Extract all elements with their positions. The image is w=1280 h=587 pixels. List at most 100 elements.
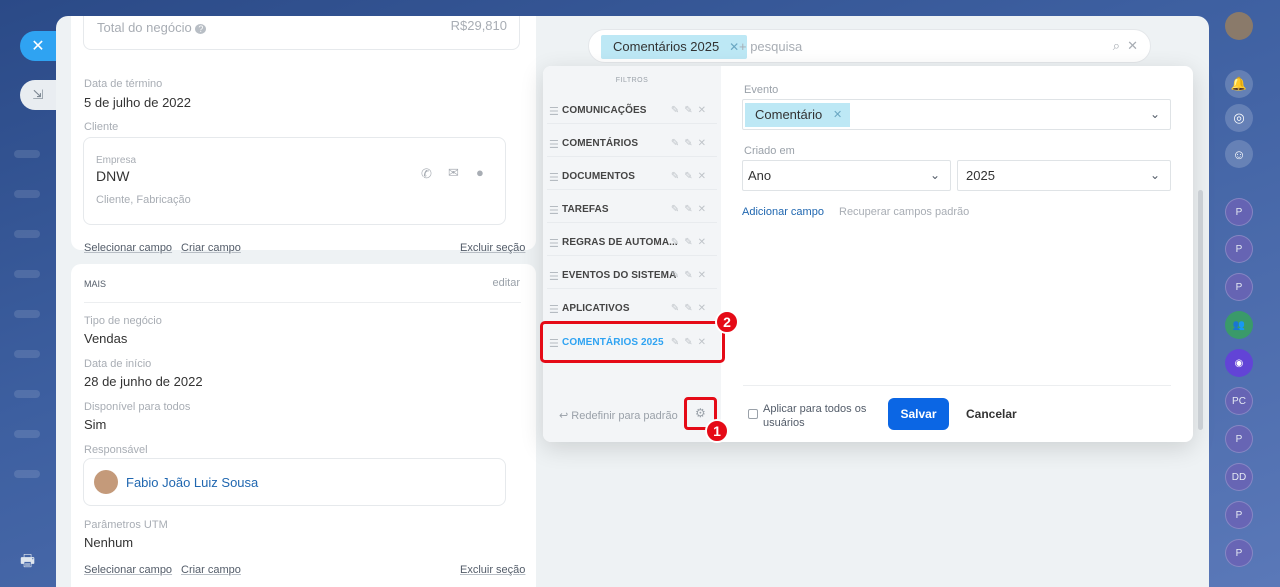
cancel-button[interactable]: Cancelar bbox=[966, 407, 1017, 421]
end-date-value: 5 de julho de 2022 bbox=[84, 95, 191, 110]
minimize-slider-button[interactable]: ⇲ bbox=[20, 80, 56, 110]
filter-item[interactable]: ☰ COMUNICAÇÕES ✎✎✕ bbox=[547, 96, 717, 124]
rail-ghost bbox=[14, 430, 40, 438]
chevron-down-icon: ⌄ bbox=[1149, 168, 1160, 182]
mail-icon[interactable]: ✉ bbox=[448, 165, 459, 181]
bell-icon[interactable]: 🔔 bbox=[1225, 70, 1253, 98]
create-field-link[interactable]: Criar campo bbox=[181, 242, 241, 254]
deal-type-value: Vendas bbox=[84, 331, 128, 346]
drag-handle-icon[interactable]: ☰ bbox=[549, 105, 559, 118]
add-field-link[interactable]: Adicionar campo bbox=[742, 206, 824, 218]
filter-item-label: REGRAS DE AUTOMA... bbox=[562, 237, 678, 248]
drag-handle-icon[interactable]: ☰ bbox=[549, 204, 559, 217]
select-field-link[interactable]: Selecionar campo bbox=[84, 242, 172, 254]
left-rail: ✕ ⇲ 🖶 bbox=[0, 0, 56, 587]
filter-actions[interactable]: ✎✎✕ bbox=[671, 105, 711, 116]
select-field-link[interactable]: Selecionar campo bbox=[84, 564, 172, 576]
print-icon[interactable]: 🖶 bbox=[20, 550, 35, 577]
drag-handle-icon[interactable]: ☰ bbox=[549, 237, 559, 250]
total-label: Total do negócio ? bbox=[97, 20, 207, 35]
drag-handle-icon[interactable]: ☰ bbox=[549, 138, 559, 151]
created-label: Criado em bbox=[744, 145, 795, 157]
utm-value: Nenhum bbox=[84, 535, 134, 550]
year-select[interactable]: 2025 ⌄ bbox=[957, 160, 1171, 191]
filter-actions[interactable]: ✎✎✕ bbox=[671, 270, 711, 281]
rail-ghost bbox=[14, 190, 40, 198]
end-date-label: Data de término bbox=[84, 78, 163, 90]
period-select[interactable]: Ano ⌄ bbox=[742, 160, 951, 191]
user-avatar[interactable] bbox=[1225, 12, 1253, 40]
filter-item[interactable]: ☰ COMENTÁRIOS ✎✎✕ bbox=[547, 129, 717, 157]
rail-avatar[interactable]: P bbox=[1225, 539, 1253, 567]
company-name[interactable]: DNW bbox=[96, 168, 129, 184]
delete-section-link[interactable]: Excluir seção bbox=[460, 564, 525, 576]
active-filter-tag[interactable]: Comentários 2025 ✕ bbox=[601, 35, 748, 59]
more-card: MAIS editar Tipo de negócio Vendas Data … bbox=[71, 264, 536, 587]
utm-label: Parâmetros UTM bbox=[84, 519, 168, 531]
rail-avatar[interactable]: DD bbox=[1225, 463, 1253, 491]
filter-search-bar[interactable]: Comentários 2025 ✕ + pesquisa ⌕ ✕ bbox=[588, 29, 1151, 63]
filter-item[interactable]: ☰ DOCUMENTOS ✎✎✕ bbox=[547, 162, 717, 190]
delete-section-link[interactable]: Excluir seção bbox=[460, 242, 525, 254]
filter-actions[interactable]: ✎✎✕ bbox=[671, 204, 711, 215]
scrollbar[interactable] bbox=[1198, 190, 1203, 430]
drag-handle-icon[interactable]: ☰ bbox=[549, 303, 559, 316]
more-title: MAIS bbox=[84, 279, 107, 289]
responsible-avatar bbox=[94, 470, 118, 494]
rail-avatar[interactable]: PC bbox=[1225, 387, 1253, 415]
company-block: Empresa DNW Cliente, Fabricação ✆ ✉ ● bbox=[83, 137, 506, 225]
chat-bubble-icon[interactable]: ● bbox=[476, 165, 484, 180]
remove-chip-icon[interactable]: ✕ bbox=[833, 103, 842, 127]
total-value: R$29,810 bbox=[450, 18, 507, 33]
filter-actions[interactable]: ✎✎✕ bbox=[671, 237, 711, 248]
reset-default-link[interactable]: ↩ Redefinir para padrão bbox=[559, 409, 678, 422]
save-button[interactable]: Salvar bbox=[888, 398, 949, 430]
search-input[interactable]: + pesquisa bbox=[739, 39, 802, 54]
company-tags: Cliente, Fabricação bbox=[96, 194, 191, 206]
remove-tag-icon[interactable]: ✕ bbox=[729, 35, 739, 59]
highlight-box-2 bbox=[540, 321, 725, 363]
close-slider-button[interactable]: ✕ bbox=[20, 31, 56, 61]
deal-type-label: Tipo de negócio bbox=[84, 315, 162, 327]
rail-avatar[interactable]: P bbox=[1225, 425, 1253, 453]
edit-link[interactable]: editar bbox=[492, 277, 520, 289]
restore-fields-link[interactable]: Recuperar campos padrão bbox=[839, 206, 969, 218]
event-select[interactable]: Comentário ✕ ⌄ bbox=[742, 99, 1171, 130]
responsible-label: Responsável bbox=[84, 444, 148, 456]
filter-item[interactable]: ☰ EVENTOS DO SISTEMA ✎✎✕ bbox=[547, 261, 717, 289]
rail-ghost bbox=[14, 230, 40, 238]
responsible-block: Fabio João Luiz Sousa bbox=[83, 458, 506, 506]
filter-item[interactable]: ☰ REGRAS DE AUTOMA... ✎✎✕ bbox=[547, 228, 717, 256]
rail-avatar[interactable]: P bbox=[1225, 501, 1253, 529]
drag-handle-icon[interactable]: ☰ bbox=[549, 270, 559, 283]
filter-item-label: TAREFAS bbox=[562, 204, 609, 215]
apply-all-checkbox[interactable] bbox=[748, 409, 758, 419]
total-field: Total do negócio ? R$29,810 bbox=[83, 16, 520, 50]
responsible-name[interactable]: Fabio João Luiz Sousa bbox=[126, 475, 258, 490]
rail-avatar[interactable]: P bbox=[1225, 198, 1253, 226]
minimize-icon: ⇲ bbox=[32, 87, 44, 102]
drag-handle-icon[interactable]: ☰ bbox=[549, 171, 559, 184]
group-icon[interactable]: 👥 bbox=[1225, 311, 1253, 339]
clear-icon[interactable]: ✕ bbox=[1127, 38, 1138, 54]
filter-actions[interactable]: ✎✎✕ bbox=[671, 138, 711, 149]
rail-avatar[interactable]: P bbox=[1225, 273, 1253, 301]
chat-icon[interactable]: ☺ bbox=[1225, 140, 1253, 168]
filter-item-label: DOCUMENTOS bbox=[562, 171, 636, 182]
filters-heading: FILTROS bbox=[615, 77, 649, 84]
help-icon[interactable]: ? bbox=[195, 24, 207, 34]
filter-actions[interactable]: ✎✎✕ bbox=[671, 171, 711, 182]
filter-item[interactable]: ☰ TAREFAS ✎✎✕ bbox=[547, 195, 717, 223]
copilot-icon[interactable]: ◎ bbox=[1225, 104, 1253, 132]
open-channel-icon[interactable]: ◉ bbox=[1225, 349, 1253, 377]
create-field-link[interactable]: Criar campo bbox=[181, 564, 241, 576]
rail-avatar[interactable]: P bbox=[1225, 235, 1253, 263]
main-info-card: Total do negócio ? R$29,810 Data de térm… bbox=[71, 16, 536, 254]
event-chip[interactable]: Comentário ✕ bbox=[745, 103, 851, 127]
phone-icon[interactable]: ✆ bbox=[421, 166, 432, 182]
search-icon[interactable]: ⌕ bbox=[1113, 38, 1120, 54]
rail-ghost bbox=[14, 310, 40, 318]
filter-actions[interactable]: ✎✎✕ bbox=[671, 303, 711, 314]
filter-item[interactable]: ☰ APLICATIVOS ✎✎✕ bbox=[547, 294, 717, 322]
filter-item-label: COMENTÁRIOS bbox=[562, 138, 639, 149]
